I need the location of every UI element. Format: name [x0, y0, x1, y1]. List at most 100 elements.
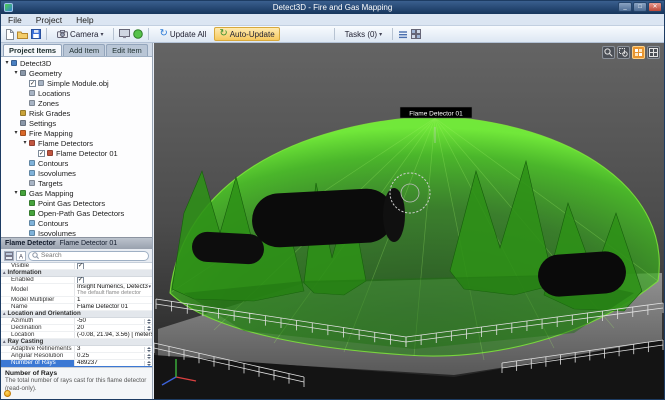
close-button[interactable]: ✕	[648, 2, 662, 12]
expander-icon[interactable]: ▾	[12, 188, 20, 198]
tree-item-detect3d[interactable]: ▾Detect3D	[1, 58, 152, 68]
property-value[interactable]: Insight Numerics, Detect3D▾The default f…	[75, 284, 152, 296]
tree-item-isovolumes[interactable]: Isovolumes	[1, 168, 152, 178]
property-value[interactable]: ✓	[75, 263, 152, 269]
property-value[interactable]: 3	[75, 346, 152, 352]
tab-edit-item[interactable]: Edit Item	[106, 44, 148, 56]
alphabetical-icon[interactable]: A	[16, 251, 26, 261]
stepper-control[interactable]	[144, 326, 152, 331]
tree-item-zones[interactable]: Zones	[1, 98, 152, 108]
property-row-angular-resolution[interactable]: Angular Resolution0.25	[1, 353, 152, 360]
viewport-3d[interactable]: Flame Detector 01	[154, 43, 664, 399]
property-value[interactable]: 1	[75, 297, 152, 303]
property-value[interactable]: -50	[75, 318, 152, 324]
tree-item-fire-mapping[interactable]: ▾Fire Mapping	[1, 128, 152, 138]
project-tree[interactable]: ▾Detect3D▾Geometry✓Simple Module.objLoca…	[1, 57, 152, 237]
layout-icon[interactable]	[411, 29, 421, 39]
tree-item-geometry[interactable]: ▾Geometry	[1, 68, 152, 78]
search-box[interactable]	[28, 251, 149, 261]
property-row-enabled[interactable]: Enabled✓	[1, 277, 152, 284]
property-row-model[interactable]: ModelInsight Numerics, Detect3D▾The defa…	[1, 284, 152, 297]
property-row-adaptive-refinements[interactable]: Adaptive Refinements3	[1, 346, 152, 353]
tree-item-settings[interactable]: Settings	[1, 118, 152, 128]
auto-refresh-icon: ↻	[219, 29, 227, 39]
expander-icon[interactable]: ▾	[21, 138, 29, 148]
sphere-icon[interactable]	[133, 29, 143, 39]
tree-item-targets[interactable]: Targets	[1, 178, 152, 188]
expander-icon[interactable]: ▾	[12, 68, 20, 78]
stepper-control[interactable]	[144, 347, 152, 352]
new-file-icon[interactable]	[5, 29, 14, 40]
checkbox[interactable]: ✓	[77, 277, 84, 283]
expander-icon[interactable]: ▾	[12, 128, 20, 138]
zoom-icon[interactable]	[602, 46, 615, 59]
viewport-toolbar	[602, 46, 660, 59]
tree-checkbox[interactable]: ✓	[29, 80, 36, 87]
property-value[interactable]: 20	[75, 325, 152, 331]
tree-item-label: Settings	[29, 119, 56, 128]
tree-item-simple-module-obj[interactable]: ✓Simple Module.obj	[1, 78, 152, 88]
property-row-number-of-rays[interactable]: Number of Rays489237	[1, 360, 152, 367]
view-layout-icon[interactable]	[647, 46, 660, 59]
categorized-icon[interactable]	[4, 251, 14, 261]
chevron-down-icon: ▾	[100, 31, 103, 38]
tree-item-flame-detector-01[interactable]: ✓Flame Detector 01	[1, 148, 152, 158]
tree-item-risk-grades[interactable]: Risk Grades	[1, 108, 152, 118]
view-cube-icon[interactable]	[632, 46, 645, 59]
maximize-button[interactable]: □	[633, 2, 647, 12]
property-row-azimuth[interactable]: Azimuth-50	[1, 318, 152, 325]
stepper-control[interactable]	[144, 354, 152, 359]
tree-item-locations[interactable]: Locations	[1, 88, 152, 98]
auto-update-toggle[interactable]: ↻ Auto-Update	[214, 27, 279, 41]
contours-icon	[29, 160, 35, 166]
property-value[interactable]: (-0.08, 21.94, 3.56) [ meters ]	[75, 332, 152, 338]
tree-item-contours[interactable]: Contours	[1, 218, 152, 228]
camera-dropdown[interactable]: Camera ▾	[52, 28, 108, 41]
save-icon[interactable]	[31, 29, 41, 39]
section-ray-casting[interactable]: ▴Ray Casting	[1, 339, 152, 346]
property-row-model-multiplier[interactable]: Model Multiplier1	[1, 297, 152, 304]
screenshot-icon[interactable]	[119, 29, 130, 39]
toolbar-separator	[113, 28, 114, 40]
menu-file[interactable]: File	[1, 14, 29, 26]
menu-help[interactable]: Help	[69, 14, 100, 26]
search-input[interactable]	[41, 252, 145, 259]
tasks-dropdown[interactable]: Tasks (0) ▾	[340, 28, 387, 41]
menu-project[interactable]: Project	[29, 14, 69, 26]
property-value[interactable]: 0.25	[75, 353, 152, 359]
section-label: Location and Orientation	[8, 311, 81, 317]
tree-item-label: Zones	[38, 99, 59, 108]
section-label: Ray Casting	[8, 339, 44, 345]
gas-mapping-icon	[20, 190, 26, 196]
zoom-window-icon[interactable]	[617, 46, 630, 59]
geometry-icon	[20, 70, 26, 76]
property-value[interactable]: 489237	[75, 360, 152, 366]
properties-header-name: Flame Detector 01	[60, 240, 118, 247]
tree-item-open-path-gas-detectors[interactable]: Open-Path Gas Detectors	[1, 208, 152, 218]
tree-item-flame-detectors[interactable]: ▾Flame Detectors	[1, 138, 152, 148]
help-title: Number of Rays	[5, 370, 148, 377]
titlebar[interactable]: Detect3D - Fire and Gas Mapping _ □ ✕	[1, 1, 664, 14]
tree-checkbox[interactable]: ✓	[38, 150, 45, 157]
expander-icon[interactable]: ▾	[3, 58, 11, 68]
section-information[interactable]: ▴Information	[1, 270, 152, 277]
property-row-declination[interactable]: Declination20	[1, 325, 152, 332]
stepper-control[interactable]	[144, 361, 152, 366]
tree-item-point-gas-detectors[interactable]: Point Gas Detectors	[1, 198, 152, 208]
tree-item-gas-mapping[interactable]: ▾Gas Mapping	[1, 188, 152, 198]
checkbox[interactable]: ✓	[77, 263, 84, 269]
list-icon[interactable]	[398, 30, 408, 39]
tab-add-item[interactable]: Add Item	[63, 44, 105, 56]
property-value[interactable]: Flame Detector 01	[75, 304, 152, 310]
open-folder-icon[interactable]	[17, 30, 28, 39]
tree-item-contours[interactable]: Contours	[1, 158, 152, 168]
update-all-button[interactable]: ↻ Update All	[154, 27, 211, 41]
scene-canvas[interactable]: Flame Detector 01	[154, 43, 664, 399]
tree-item-isovolumes[interactable]: Isovolumes	[1, 228, 152, 237]
tree-item-label: Isovolumes	[38, 169, 76, 178]
section-location-and-orientation[interactable]: ▴Location and Orientation	[1, 311, 152, 318]
property-value[interactable]: ✓	[75, 277, 152, 283]
tab-project-items[interactable]: Project Items	[3, 44, 62, 56]
minimize-button[interactable]: _	[618, 2, 632, 12]
stepper-control[interactable]	[144, 319, 152, 324]
